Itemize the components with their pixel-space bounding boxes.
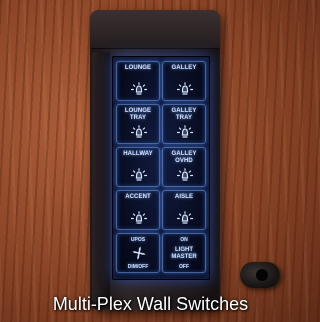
light-bulb-icon xyxy=(130,211,148,224)
dimmer-up-label: UPOS xyxy=(130,237,146,243)
master-title-label: LIGHT MASTER xyxy=(171,247,197,260)
switch-accent[interactable]: ACCENT xyxy=(116,190,160,230)
light-bulb-icon xyxy=(130,168,148,181)
bezel-side-rail xyxy=(92,52,110,302)
switch-lounge[interactable]: LOUNGE xyxy=(116,61,160,101)
switch-label: GALLEY OVHD xyxy=(171,151,197,164)
connector-socket xyxy=(256,269,268,281)
switch-lounge-tray[interactable]: LOUNGE TRAY xyxy=(116,104,160,144)
switch-galley[interactable]: GALLEY xyxy=(162,61,206,101)
switch-label: LOUNGE TRAY xyxy=(124,108,152,121)
switch-panel: LOUNGE GALLEY LOUNGE TRAY GALLEY TRAY HA… xyxy=(112,56,210,280)
switch-label: LOUNGE xyxy=(124,65,152,71)
switch-light-master[interactable]: ON LIGHT MASTER OFF xyxy=(162,233,206,273)
master-on-label: ON xyxy=(180,237,188,243)
switch-galley-tray[interactable]: GALLEY TRAY xyxy=(162,104,206,144)
bezel-top-cap xyxy=(90,10,220,49)
light-bulb-icon xyxy=(176,211,194,224)
switch-label: HALLWAY xyxy=(123,151,153,157)
switch-dimmer[interactable]: UPOS DIM/OFF xyxy=(116,233,160,273)
switch-label: GALLEY TRAY xyxy=(171,108,197,121)
switch-label: AISLE xyxy=(174,194,194,200)
wall-switch-photo: LOUNGE GALLEY LOUNGE TRAY GALLEY TRAY HA… xyxy=(0,0,301,322)
light-bulb-icon xyxy=(176,125,194,138)
switch-label: ACCENT xyxy=(125,194,151,200)
light-bulb-icon xyxy=(130,82,148,95)
switch-label: GALLEY xyxy=(171,65,197,71)
master-off-label: OFF xyxy=(179,264,189,270)
image-caption: Multi-Plex Wall Switches xyxy=(52,293,249,314)
fan-icon xyxy=(132,246,146,260)
switch-galley-ovhd[interactable]: GALLEY OVHD xyxy=(162,147,206,187)
switch-hallway[interactable]: HALLWAY xyxy=(116,147,160,187)
light-bulb-icon xyxy=(176,168,194,181)
light-bulb-icon xyxy=(130,125,148,138)
dimmer-off-label: DIM/OFF xyxy=(127,264,149,270)
light-bulb-icon xyxy=(176,82,194,95)
switch-aisle[interactable]: AISLE xyxy=(162,190,206,230)
